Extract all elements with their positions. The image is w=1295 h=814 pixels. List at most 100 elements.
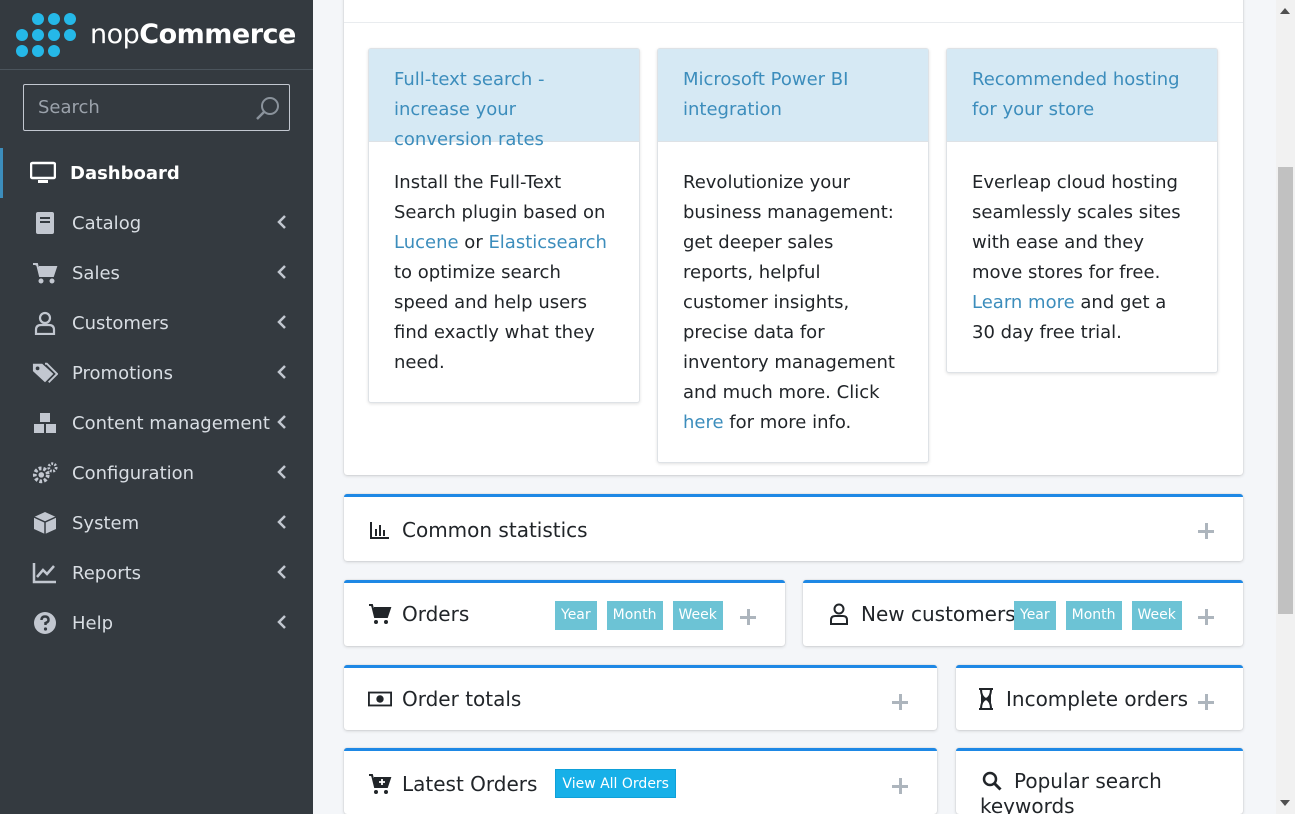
user-icon [827,603,851,625]
chevron-left-icon [277,565,286,579]
sidebar: nopCommerce Dashboard Catalog Sales [0,0,313,814]
sidebar-item-label: Promotions [72,362,173,384]
latest-orders-box: Latest Orders View All Orders [344,748,937,814]
search-icon[interactable] [255,95,281,121]
cubes-icon [32,410,58,436]
user-icon [32,310,58,336]
sidebar-item-reports[interactable]: Reports [0,548,313,598]
promo-card-hosting: Recommended hosting for your store Everl… [946,48,1218,373]
expand-plus-icon[interactable] [740,609,756,625]
expand-plus-icon[interactable] [892,778,908,794]
elasticsearch-link[interactable]: Elasticsearch [488,232,607,253]
box-title-text: Common statistics [402,518,588,542]
expand-plus-icon[interactable] [1198,609,1214,625]
box-title-text: Popular search keywords [980,769,1162,814]
sidebar-search-input[interactable] [38,97,238,118]
period-selector: Year Month Week [1014,601,1192,630]
power-bi-here-link[interactable]: here [683,412,724,433]
chevron-left-icon [277,365,286,379]
box-title[interactable]: Popular search keywords [980,769,1220,814]
promo-title[interactable]: Microsoft Power BI integration [658,49,928,141]
chevron-left-icon [277,315,286,329]
promo-body: Revolutionize your business management: … [658,141,928,462]
sidebar-search [23,84,290,131]
box-title-text: Incomplete orders [1006,687,1189,711]
box-title-text: Order totals [402,687,522,711]
box-title[interactable]: Incomplete orders [976,687,1188,711]
sidebar-item-label: System [72,512,140,534]
expand-plus-icon[interactable] [1198,694,1214,710]
common-statistics-box: Common statistics [344,494,1243,561]
period-year-button[interactable]: Year [555,601,597,630]
cart-icon [32,260,58,286]
sidebar-item-label: Catalog [72,212,142,234]
page-scrollbar[interactable] [1276,0,1295,814]
chevron-left-icon [277,415,286,429]
expand-plus-icon[interactable] [892,694,908,710]
chevron-left-icon [277,465,286,479]
view-all-orders-button[interactable]: View All Orders [555,769,676,798]
main-content: Full-text search - increase your convers… [313,0,1276,814]
promo-card-fulltext-search: Full-text search - increase your convers… [368,48,640,403]
sidebar-item-customers[interactable]: Customers [0,298,313,348]
promo-body: Everleap cloud hosting seamlessly scales… [947,141,1217,372]
sidebar-item-label: Dashboard [70,162,180,184]
order-totals-box: Order totals [344,665,937,730]
period-week-button[interactable]: Week [672,601,723,630]
orders-box: Orders Year Month Week [344,580,785,646]
sidebar-item-label: Help [72,612,114,634]
new-customers-box: New customers Year Month Week [803,580,1243,646]
box-title[interactable]: Common statistics [368,518,588,542]
box-title[interactable]: Latest Orders View All Orders [368,769,676,798]
period-year-button[interactable]: Year [1014,601,1056,630]
sidebar-item-dashboard[interactable]: Dashboard [0,148,313,198]
question-circle-icon [32,610,58,636]
promo-title[interactable]: Recommended hosting for your store [947,49,1217,141]
sidebar-item-label: Content management [72,412,270,434]
box-title[interactable]: Orders [368,602,469,626]
book-icon [32,210,58,236]
monitor-icon [30,160,56,186]
sidebar-item-catalog[interactable]: Catalog [0,198,313,248]
period-week-button[interactable]: Week [1131,601,1182,630]
learn-more-link[interactable]: Learn more [972,292,1075,313]
period-month-button[interactable]: Month [606,601,663,630]
chevron-left-icon [277,215,286,229]
box-title[interactable]: Order totals [368,687,521,711]
promo-title[interactable]: Full-text search - increase your convers… [369,49,639,150]
lucene-link[interactable]: Lucene [394,232,459,253]
cart-plus-icon [368,773,392,795]
sidebar-item-label: Configuration [72,462,195,484]
box-title-text: Orders [402,602,470,626]
popular-search-keywords-box: Popular search keywords [956,748,1243,814]
scroll-thumb[interactable] [1278,167,1293,614]
promo-card-power-bi: Microsoft Power BI integration Revolutio… [657,48,929,463]
expand-plus-icon[interactable] [1198,523,1214,539]
brand-logo[interactable]: nopCommerce [0,0,313,70]
scroll-down-arrow-icon[interactable] [1280,800,1290,806]
cube-icon [32,510,58,536]
sidebar-item-label: Sales [72,262,120,284]
chart-line-icon [32,560,58,586]
chevron-left-icon [277,615,286,629]
chevron-left-icon [277,515,286,529]
search-icon [980,770,1004,792]
sidebar-item-help[interactable]: Help [0,598,313,648]
incomplete-orders-box: Incomplete orders [956,665,1243,730]
box-title[interactable]: New customers [827,602,1016,626]
sidebar-item-configuration[interactable]: Configuration [0,448,313,498]
brand-name: nopCommerce [90,19,296,50]
sidebar-item-promotions[interactable]: Promotions [0,348,313,398]
sidebar-item-content-management[interactable]: Content management [0,398,313,448]
sidebar-item-system[interactable]: System [0,498,313,548]
bar-chart-icon [368,519,392,541]
chevron-left-icon [277,265,286,279]
scroll-up-arrow-icon[interactable] [1280,8,1290,14]
period-month-button[interactable]: Month [1065,601,1122,630]
box-title-text: New customers [861,602,1016,626]
panel-header-divider [344,22,1243,23]
money-bill-icon [368,688,392,710]
box-title-text: Latest Orders [402,771,538,796]
period-selector: Year Month Week [555,601,733,630]
sidebar-item-sales[interactable]: Sales [0,248,313,298]
